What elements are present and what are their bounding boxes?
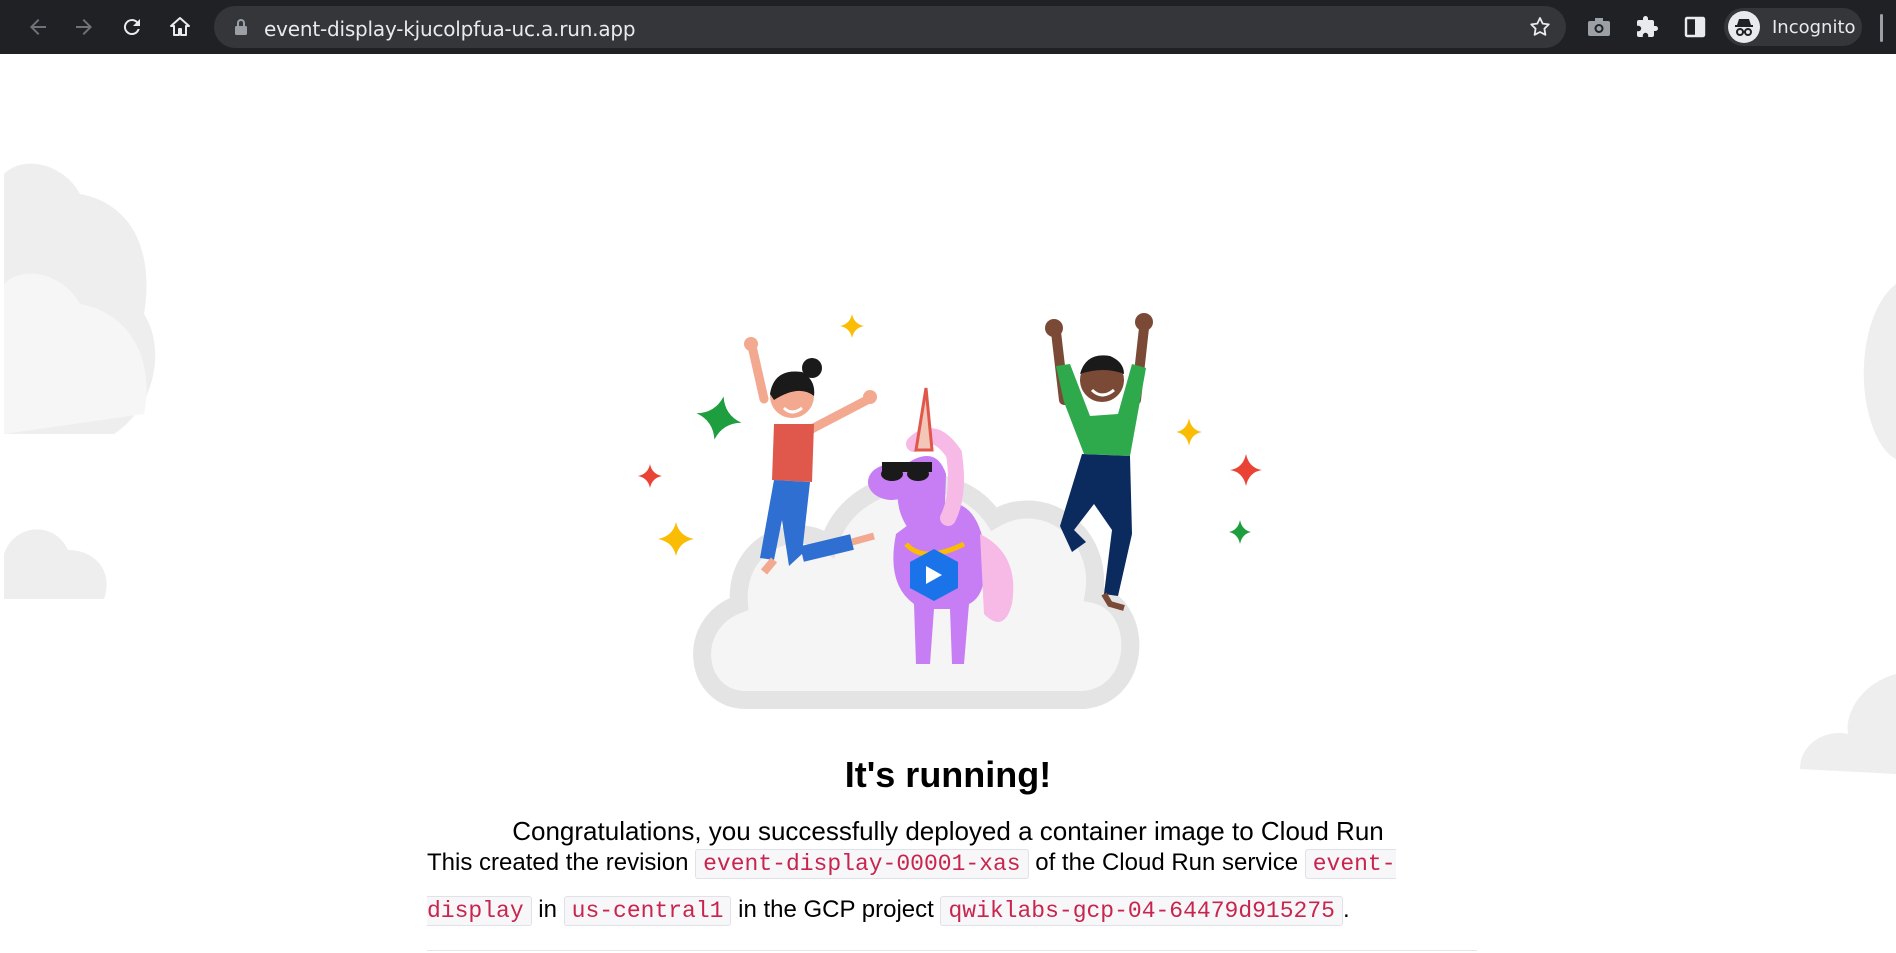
incognito-profile-button[interactable]: Incognito	[1724, 8, 1862, 46]
browser-toolbar: event-display-kjucolpfua-uc.a.run.app In…	[0, 0, 1896, 54]
background-cloud-icon	[1863, 284, 1896, 459]
sparkle-red-icon	[1230, 454, 1262, 486]
extensions-icon[interactable]	[1632, 12, 1662, 42]
project-code: qwiklabs-gcp-04-64479d915275	[940, 896, 1343, 926]
paragraph-text: This created the revision	[427, 849, 696, 876]
paragraph-text: .	[1342, 896, 1350, 923]
address-bar[interactable]: event-display-kjucolpfua-uc.a.run.app	[214, 6, 1566, 48]
incognito-icon	[1728, 11, 1760, 43]
lock-icon[interactable]	[234, 18, 248, 41]
sparkle-green-icon	[696, 396, 742, 440]
paragraph-text: of the Cloud Run service	[1028, 849, 1305, 876]
side-panel-icon[interactable]	[1680, 12, 1710, 42]
page-title: It's running!	[844, 754, 1052, 795]
home-icon[interactable]	[162, 9, 198, 45]
sparkle-green-icon	[1229, 520, 1251, 544]
incognito-label: Incognito	[1772, 17, 1856, 38]
revision-info-paragraph: This created the revision event-display-…	[427, 840, 1482, 934]
camera-icon[interactable]	[1584, 12, 1614, 42]
region-code: us-central1	[563, 896, 732, 926]
window-edge	[1880, 14, 1883, 42]
sparkle-yellow-icon	[1176, 418, 1202, 446]
forward-icon[interactable]	[66, 9, 102, 45]
back-icon[interactable]	[20, 9, 56, 45]
paragraph-text: in	[531, 896, 564, 923]
url-text[interactable]: event-display-kjucolpfua-uc.a.run.app	[264, 17, 636, 41]
paragraph-text: in the GCP project	[731, 896, 941, 923]
sparkle-yellow-icon	[658, 522, 694, 556]
divider	[427, 950, 1477, 951]
page-content: It's running! Congratulations, you succe…	[4, 54, 1896, 953]
sparkle-yellow-icon	[840, 314, 864, 338]
revision-code: event-display-00001-xas	[695, 849, 1029, 879]
background-cloud-icon	[4, 529, 107, 599]
sparkle-red-icon	[638, 464, 662, 488]
reload-icon[interactable]	[114, 9, 150, 45]
bookmark-star-icon[interactable]	[1528, 15, 1552, 44]
celebration-illustration	[638, 313, 1262, 709]
background-cloud-icon	[4, 163, 156, 434]
